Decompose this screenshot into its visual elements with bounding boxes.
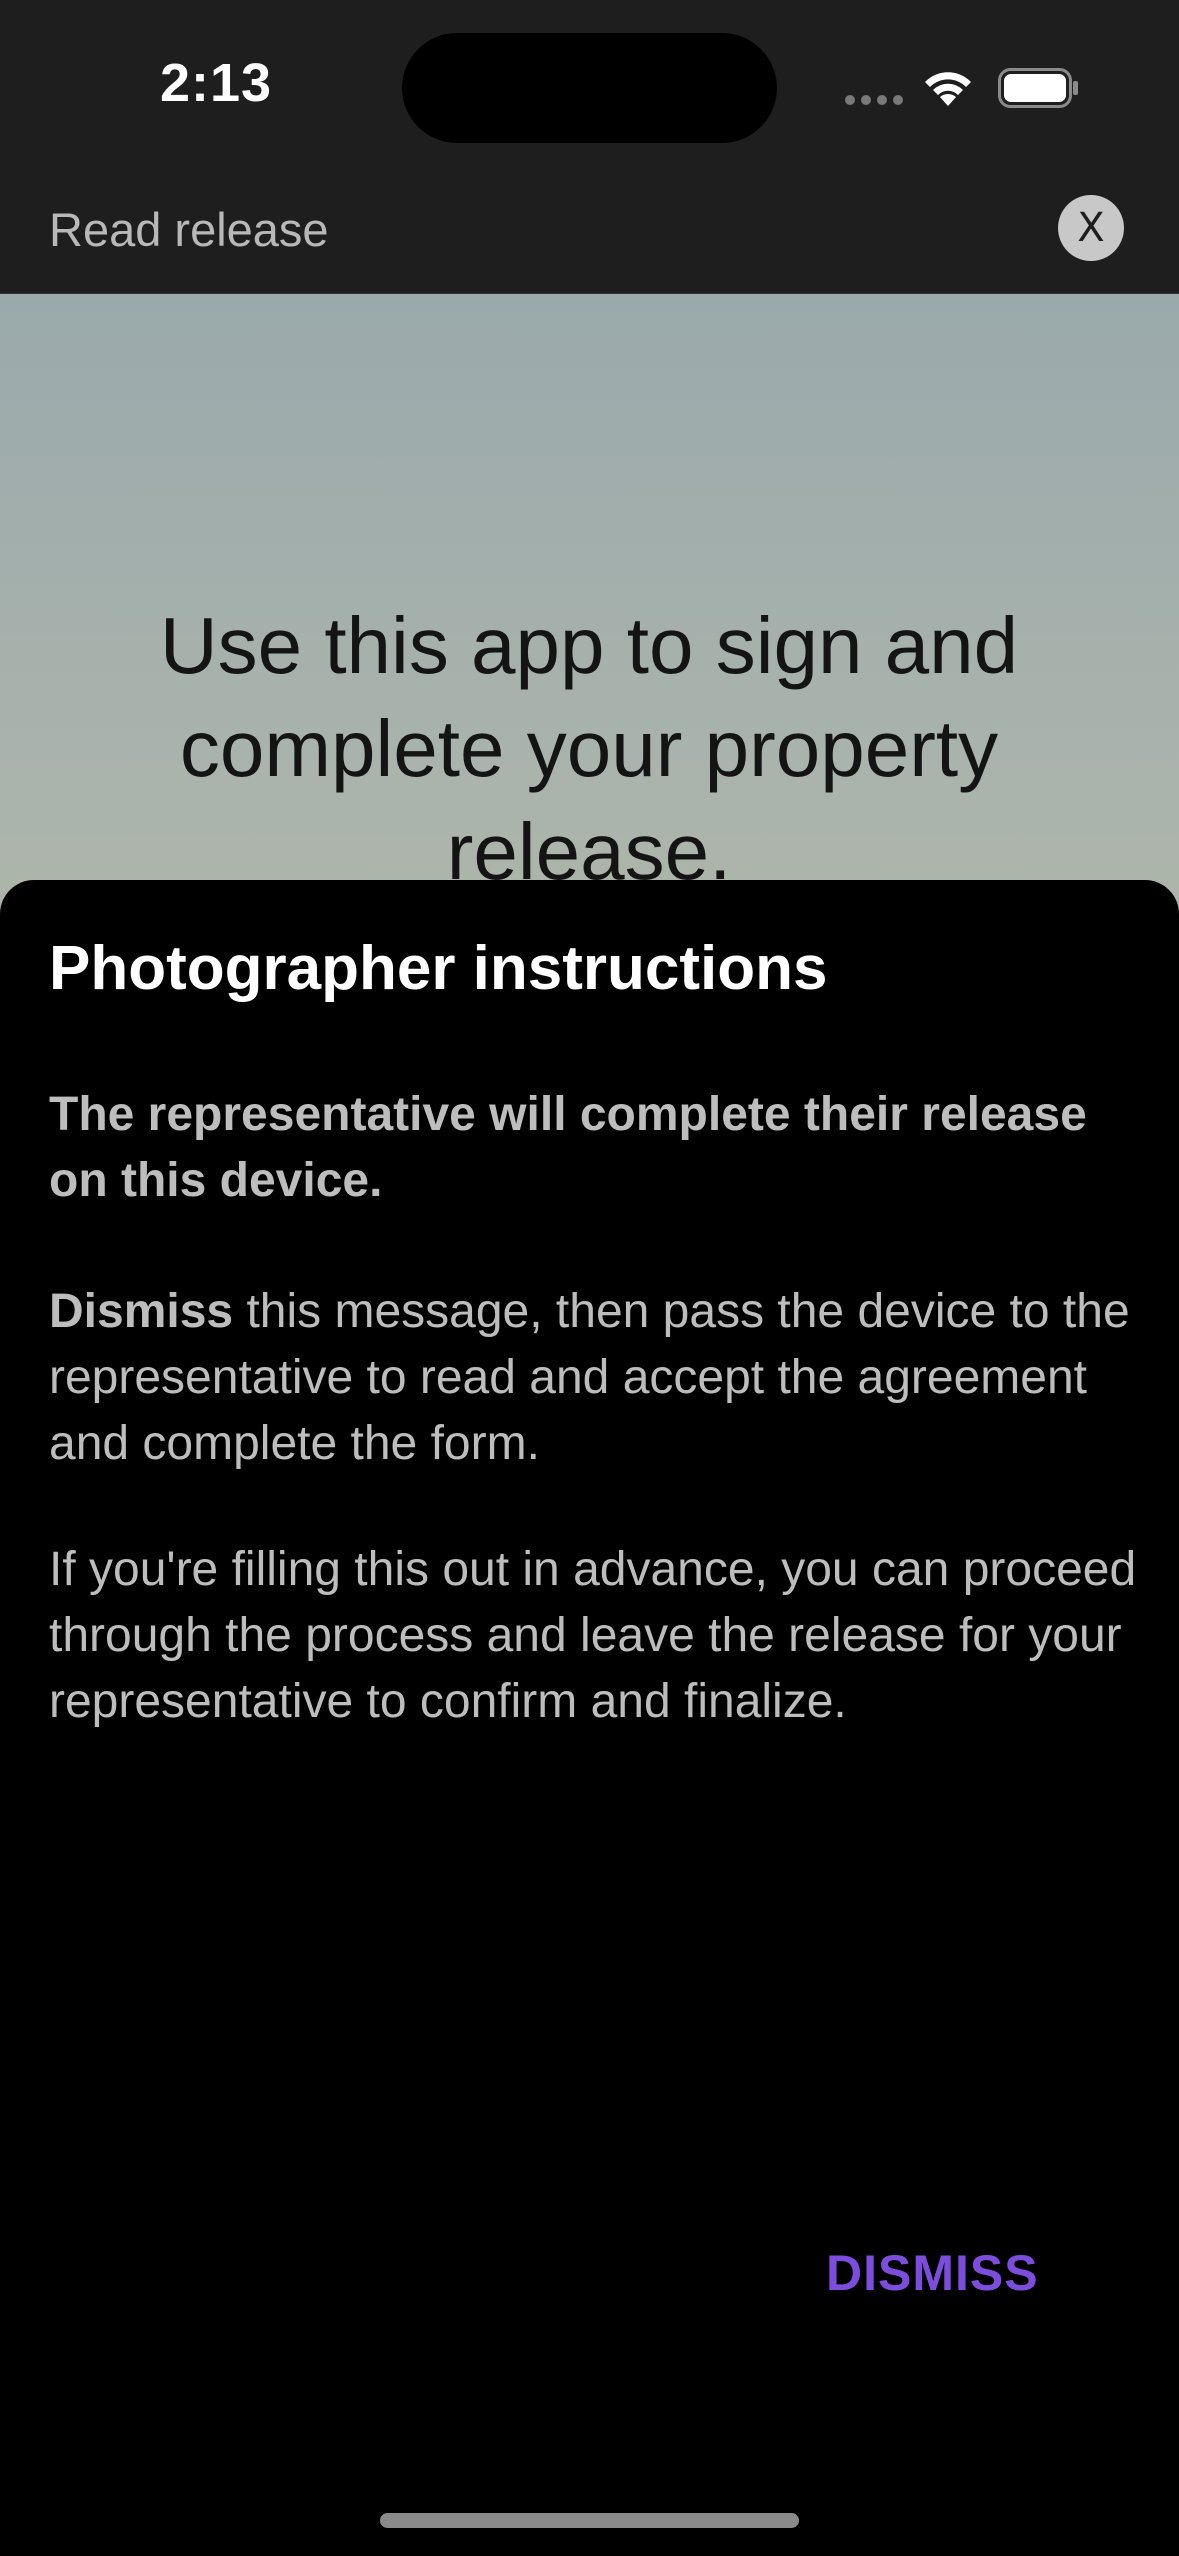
dismiss-button[interactable]: DISMISS [826,2244,1039,2302]
dynamic-island [402,33,777,143]
instruction-paragraph-1: The representative will complete their r… [49,1088,1087,1207]
instruction-paragraph-3: If you're filling this out in advance, y… [49,1543,1137,1728]
cellular-signal-icon [845,95,905,107]
home-indicator[interactable] [380,2513,799,2528]
instructions-sheet: Photographer instructions The representa… [0,880,1179,2556]
battery-icon [998,68,1078,108]
status-time: 2:13 [160,53,273,113]
screen: 2:13 Read release X Use this app to sign… [0,0,1179,2556]
page-title: Read release [49,203,329,256]
instruction-paragraph-2: Dismiss this message, then pass the devi… [49,1279,1139,1477]
wifi-icon [925,72,971,106]
status-bar: 2:13 [0,0,1179,180]
intro-headline: Use this app to sign and complete your p… [159,601,1019,896]
sheet-title: Photographer instructions [49,934,828,1003]
close-button[interactable]: X [1058,195,1124,261]
close-icon: X [1077,205,1105,251]
nav-header: Read release X [0,180,1179,294]
dismiss-emphasis: Dismiss [49,1285,234,1338]
